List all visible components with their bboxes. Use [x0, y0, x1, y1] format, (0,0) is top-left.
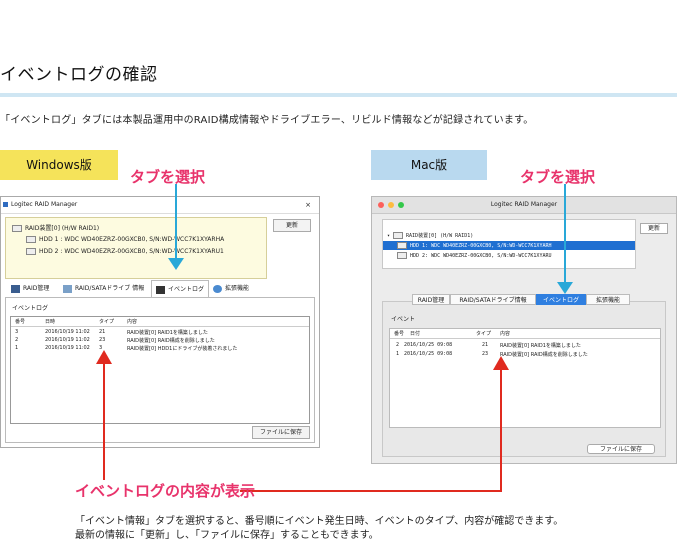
hdd-icon	[397, 242, 407, 249]
table-row[interactable]: 2 2016/10/19 11:02 23 RAID装置[0] RAID構成を削除しま…	[11, 336, 309, 344]
red-connector-line	[240, 490, 502, 492]
hdd1-label: HDD 1 : WDC WD40EZRZ-00GXCB0, S/N:WD-WCC…	[39, 236, 225, 243]
drive-icon	[63, 284, 72, 293]
mac-event-section-label: イベント	[391, 316, 416, 323]
mac-app-window: Logitec RAID Manager ▾ RAID装置[0] (H/W RA…	[371, 196, 677, 464]
mac-event-panel: イベント 番号 日付 タイプ 内容 2 2016/10/25 09:08 21 RAI…	[382, 301, 666, 457]
hdd-icon	[26, 236, 36, 243]
tab-event-log[interactable]: イベントログ	[151, 280, 210, 297]
close-icon[interactable]: ×	[305, 197, 311, 213]
windows-title-bar: Logitec RAID Manager ×	[1, 197, 319, 214]
mac-event-list-header: 番号 日付 タイプ 内容	[390, 329, 660, 339]
tab-raid-management[interactable]: RAID管理	[11, 283, 49, 293]
red-arrow-line-windows	[103, 362, 105, 480]
callout-tab-windows: タブを選択	[130, 168, 206, 186]
table-row[interactable]: 1 2016/10/25 09:08 23 RAID装置[0] RAID構成を削除しま…	[390, 350, 660, 358]
mac-raid-device-item[interactable]: ▾ RAID装置[0] (H/W RAID1)	[387, 232, 473, 239]
minimize-dot-icon[interactable]	[388, 202, 394, 208]
hdd-icon	[397, 252, 407, 259]
mac-title-bar: Logitec RAID Manager	[372, 197, 676, 214]
col-type: タイプ	[99, 319, 115, 325]
footer-line-2: 最新の情報に「更新」し、「ファイルに保存」することもできます。	[75, 530, 379, 541]
page-title: イベントログの確認	[0, 65, 158, 85]
col-no: 番号	[15, 319, 26, 325]
raid-device-item[interactable]: RAID装置[0] (H/W RAID1)	[12, 223, 99, 232]
blue-arrow-line-windows	[175, 184, 177, 262]
close-dot-icon[interactable]	[378, 202, 384, 208]
footer-line-1: 「イベント情報」タブを選択すると、番号順にイベント発生日時、イベントのタイプ、内…	[75, 516, 564, 527]
raid-device-label: RAID装置[0] (H/W RAID1)	[25, 225, 100, 232]
mac-refresh-button[interactable]: 更新	[640, 223, 668, 234]
refresh-button[interactable]: 更新	[273, 219, 311, 232]
raid-device-icon	[393, 232, 404, 239]
windows-window-title: Logitec RAID Manager	[11, 201, 78, 208]
col-content: 内容	[500, 331, 511, 337]
mac-tab-drive-info[interactable]: RAID/SATAドライブ情報	[450, 294, 536, 305]
app-icon	[3, 202, 8, 207]
gear-icon	[213, 284, 222, 293]
mac-hdd2-item[interactable]: HDD 2: WDC WD40EZRZ-00GXCB0, S/N:WD-WCC7…	[397, 252, 551, 259]
mac-raid-device-label: RAID装置[0] (H/W RAID1)	[406, 233, 474, 239]
table-row[interactable]: 1 2016/10/19 11:02 3 RAID装置[0] HDD1にドライブが装着…	[11, 344, 309, 352]
windows-event-list[interactable]: 番号 日時 タイプ 内容 3 2016/10/19 11:02 21 RAID装置[0…	[10, 316, 310, 424]
col-date: 日時	[45, 319, 56, 325]
event-list-header: 番号 日時 タイプ 内容	[11, 317, 309, 327]
hdd2-item[interactable]: HDD 2 : WDC WD40EZRZ-00GXCB0, S/N:WD-WCC…	[26, 248, 224, 255]
col-no: 番号	[394, 331, 405, 337]
blue-arrow-head-windows	[168, 258, 184, 270]
zoom-dot-icon[interactable]	[398, 202, 404, 208]
callout-log-content: イベントログの内容が表示	[75, 482, 256, 500]
windows-app-window: Logitec RAID Manager × RAID装置[0] (H/W RA…	[0, 196, 320, 448]
event-section-label: イベントログ	[12, 305, 49, 312]
red-arrow-line-mac	[500, 368, 502, 492]
table-row[interactable]: 3 2016/10/19 11:02 21 RAID装置[0] RAID1を構築しまし…	[11, 328, 309, 336]
mac-tab-extensions[interactable]: 拡張機能	[586, 294, 630, 305]
mac-event-list[interactable]: 番号 日付 タイプ 内容 2 2016/10/25 09:08 21 RAID装置[0…	[389, 328, 661, 428]
callout-tab-mac: タブを選択	[520, 168, 596, 186]
mac-hdd1-item[interactable]: HDD 1: WDC WD40EZRZ-00GXCB0, S/N:WD-WCC7…	[383, 241, 635, 250]
mac-tab-raid-management[interactable]: RAID管理	[412, 294, 450, 305]
intro-text: 「イベントログ」タブには本製品運用中のRAID構成情報やドライブエラー、リビルド…	[0, 115, 534, 126]
windows-tag: Windows版	[0, 150, 118, 180]
windows-raid-tree: RAID装置[0] (H/W RAID1) HDD 1 : WDC WD40EZ…	[5, 217, 267, 279]
col-type: タイプ	[476, 331, 492, 337]
mac-window-title: Logitec RAID Manager	[490, 201, 558, 208]
col-date: 日付	[410, 331, 421, 337]
blue-arrow-head-mac	[557, 282, 573, 294]
raid-device-icon	[12, 225, 22, 232]
mac-hdd2-label: HDD 2: WDC WD40EZRZ-00GXCB0, S/N:WD-WCC7…	[410, 253, 552, 259]
hdd-icon	[26, 248, 36, 255]
hdd1-item[interactable]: HDD 1 : WDC WD40EZRZ-00GXCB0, S/N:WD-WCC…	[26, 236, 224, 243]
mac-tab-event-log[interactable]: イベントログ	[536, 294, 586, 305]
log-icon	[156, 285, 165, 294]
table-row[interactable]: 2 2016/10/25 09:08 21 RAID装置[0] RAID1を構築しまし…	[390, 341, 660, 349]
col-content: 内容	[127, 319, 138, 325]
title-underline	[0, 93, 677, 97]
hdd2-label: HDD 2 : WDC WD40EZRZ-00GXCB0, S/N:WD-WCC…	[39, 248, 224, 255]
raid-icon	[11, 284, 20, 293]
windows-tabs: RAID管理 RAID/SATAドライブ 情報 イベントログ 拡張機能	[5, 279, 315, 297]
save-to-file-button[interactable]: ファイルに保存	[252, 426, 310, 439]
mac-hdd1-label: HDD 1: WDC WD40EZRZ-00GXCB0, S/N:WD-WCC7…	[410, 243, 552, 249]
mac-tag: Mac版	[371, 150, 487, 180]
tab-extensions[interactable]: 拡張機能	[213, 283, 249, 293]
mac-save-to-file-button[interactable]: ファイルに保存	[587, 444, 655, 454]
blue-arrow-line-mac	[564, 184, 566, 284]
tab-drive-info[interactable]: RAID/SATAドライブ 情報	[63, 283, 144, 293]
mac-raid-tree: ▾ RAID装置[0] (H/W RAID1) HDD 1: WDC WD40E…	[382, 219, 636, 269]
windows-event-panel: イベントログ 番号 日時 タイプ 内容 3 2016/10/19 11:02 21 R…	[5, 297, 315, 443]
